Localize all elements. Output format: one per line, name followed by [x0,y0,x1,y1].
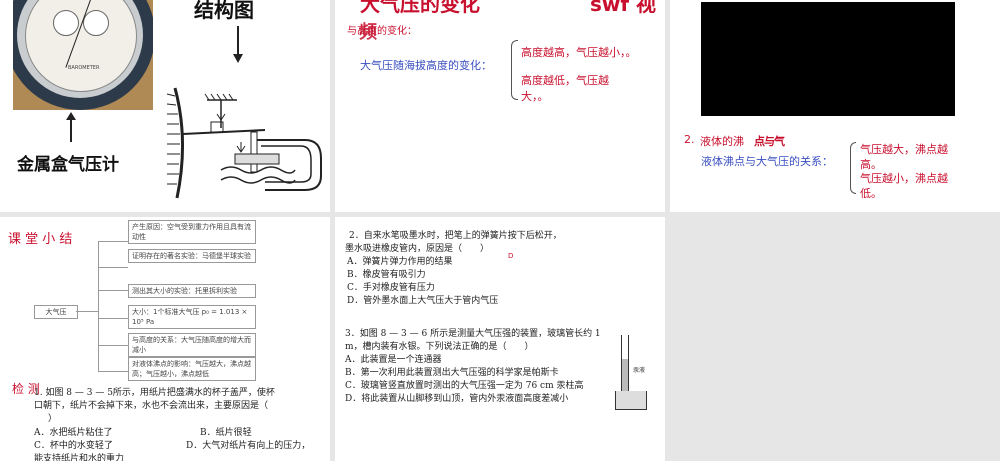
summary-box-magnitude: 大小：1个标准大气压 p₀ = 1.013 × 10⁵ Pa [128,305,256,329]
heading-number: 2. [684,133,695,146]
q3-option-a: A．此装置是一个连通器 [345,355,442,365]
altitude-relation-label: 大气压随海拔高度的变化： [360,59,492,72]
q3-option-b: B．第一次利用此装置测出大气压强的科学家是帕斯卡 [345,368,559,378]
item-lower-altitude-line1: 高度越低，气压越 [521,74,609,87]
root-box: 大气压 [34,305,78,319]
summary-box-measure: 测出其大小的实验：托里拆利实验 [128,284,256,298]
question-2-answer: D [508,252,514,260]
question-2-line1: 2．自来水笔吸墨水时，把笔上的弹簧片按下后松开， [349,231,562,241]
barometer-photo: BAROMETER [13,0,153,110]
slide-summary: 课 堂 小 结 大气压 产生原因：空气受到重力作用且具有流动性 证明存在的著名实… [0,217,330,461]
q2-option-b: B．橡皮管有吸引力 [347,270,426,280]
structure-diagram [166,87,322,199]
summary-box-proof: 证明存在的著名实验：马德堡半球实验 [128,249,256,263]
diagram-title: 结构图 [194,0,254,22]
option-d-line2: 能支持纸片和水的重力 [34,454,125,461]
q2-option-a: A．弹簧片弹力作用的结果 [347,257,453,267]
summary-box-altitude: 与高度的关系：大气压随高度的增大而减小 [128,333,256,357]
slide-pressure-change: 大气压的变化 swf 视 与高度的变化： 频 大气压随海拔高度的变化： 高度越高… [335,0,665,212]
q3-option-c: C．玻璃管竖直放置时测出的大气压强一定为 76 cm 汞柱高 [345,381,584,391]
q2-option-c: C．手对橡皮管有压力 [347,283,435,293]
arrow-down-icon [237,26,239,56]
subtitle: 与高度的变化： [347,26,417,37]
option-d: D．大气对纸片有向上的压力， [186,441,311,451]
slide-barometer: BAROMETER 金属盒气压计 结构图 [0,0,330,212]
connector [76,311,98,312]
heading-overlay: 点与气 [754,135,785,148]
item-lower-altitude-line2: 大，。 [521,90,549,103]
question-3-line1: 3．如图 8 — 3 — 6 所示是测量大气压强的装置，玻璃管长约 1 [345,329,601,339]
heading: 液体的沸 [700,135,744,148]
option-a: A．水把纸片粘住了 [34,428,113,438]
instrument-label: 金属盒气压计 [17,155,119,175]
torricelli-figure: 汞液 [615,335,659,415]
question-1-line3: ） [48,414,58,424]
summary-heading: 课 堂 小 结 [8,232,73,247]
brace [511,40,518,100]
item-higher-altitude: 高度越高，气压越小，。 [521,46,637,59]
boiling-relation-label: 液体沸点与大气压的关系： [701,155,833,168]
empty-panel [670,217,1000,461]
item-lower-pressure-line2: 低。 [860,187,882,200]
question-1-line2: 口朝下，纸片不会掉下来，水也不会流出来，主要原因是（ [34,401,269,411]
slide-title-right: swf 视 [590,0,657,16]
video-player[interactable] [701,2,955,116]
item-higher-pressure-line1: 气压越大，沸点越 [860,143,948,156]
summary-box-cause: 产生原因：空气受到重力作用且具有流动性 [128,220,256,244]
option-b: B．纸片很轻 [200,428,252,438]
summary-box-boiling: 对液体沸点的影响：气压越大，沸点越高；气压越小，沸点越低 [128,357,256,381]
option-c: C．杯中的水变轻了 [34,441,113,451]
brace [850,142,856,194]
slide-questions: 2．自来水笔吸墨水时，把笔上的弹簧片按下后松开， 墨水吸进橡皮管内，原因是（ ）… [335,217,665,461]
question-3-line2: m，槽内装有水银。下列说法正确的是（ ） [345,342,534,352]
q2-option-d: D．管外墨水面上大气压大于管内气压 [347,296,499,306]
slide-title-left: 大气压的变化 [360,0,480,16]
slide-boiling-point: 2. 液体的沸 点与气 液体沸点与大气压的关系： 气压越大，沸点越 高。 气压越… [670,0,1000,212]
q3-option-d: D．将此装置从山脚移到山顶，管内外汞液面高度差减小 [345,394,569,404]
connector [98,241,99,371]
title-char: 频 [359,22,377,43]
item-lower-pressure-line1: 气压越小，沸点越 [860,172,948,185]
question-2-line2: 墨水吸进橡皮管内，原因是（ ） [345,244,490,254]
question-1-line1: 1. 如图 8 — 3 — 5所示，用纸片把盛满水的杯子盖严，使杯 [34,388,275,398]
figure-label: 汞液 [633,367,646,374]
